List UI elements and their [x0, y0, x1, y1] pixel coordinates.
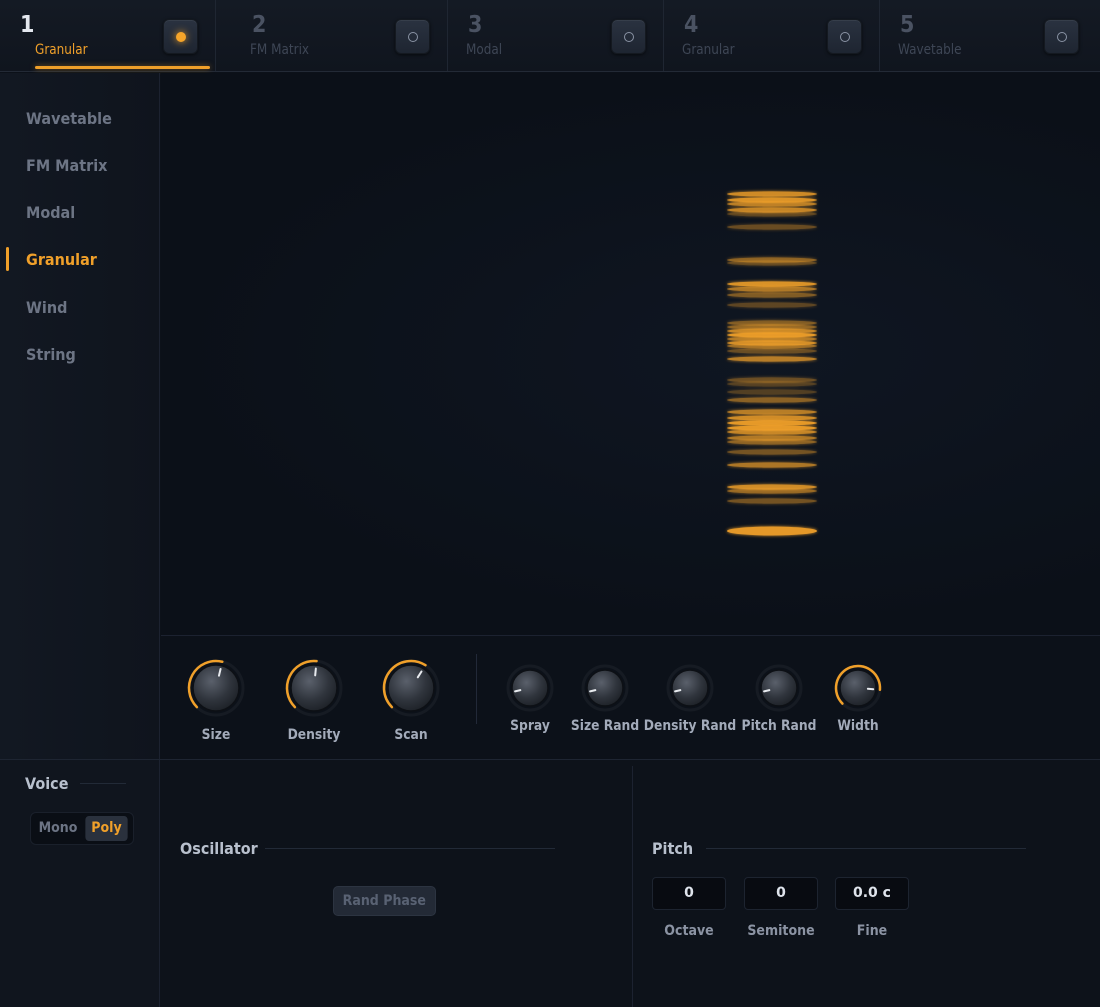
knob-graphic	[581, 664, 629, 712]
semitone-field[interactable]: 0	[744, 877, 818, 910]
rand-phase-label: Rand Phase	[342, 893, 427, 909]
sidebar-item-string[interactable]: String	[26, 345, 76, 364]
tab-3[interactable]: 3 Modal	[448, 0, 664, 71]
sidebar-item-granular[interactable]: Granular	[26, 250, 97, 269]
knob-graphic	[382, 659, 440, 717]
voice-mode-toggle[interactable]: Mono Poly	[30, 812, 134, 845]
engine-sidebar: Wavetable FM Matrix Modal Granular Wind …	[0, 73, 160, 759]
tab-1[interactable]: 1 Granular	[0, 0, 216, 71]
active-engine-marker	[6, 247, 9, 271]
sidebar-item-wavetable[interactable]: Wavetable	[26, 109, 112, 128]
tab-number: 4	[684, 12, 699, 38]
sidebar-item-wind[interactable]: Wind	[26, 298, 67, 317]
sidebar-item-modal[interactable]: Modal	[26, 203, 75, 222]
knob-width-label: Width	[837, 718, 879, 734]
knob-density-rand[interactable]	[664, 662, 716, 714]
octave-label: Octave	[664, 923, 714, 939]
layer-tabs: 1 Granular 2 FM Matrix 3 Modal 4 Granula…	[0, 0, 1100, 72]
knob-graphic	[755, 664, 803, 712]
tab-engine-name: Granular	[35, 42, 88, 58]
oscillator-title: Oscillator	[180, 839, 258, 858]
voice-panel	[0, 760, 160, 1007]
layer-power-button[interactable]	[163, 19, 198, 54]
tab-engine-name: Modal	[466, 42, 503, 58]
knob-spray[interactable]	[504, 662, 556, 714]
pitch-divider	[632, 766, 633, 1007]
power-led-icon	[840, 32, 850, 42]
pitch-title-rule	[706, 848, 1026, 849]
tab-engine-name: Granular	[682, 42, 735, 58]
knob-density[interactable]	[283, 657, 345, 719]
grain-visualizer[interactable]	[161, 73, 1100, 635]
power-led-icon	[1057, 32, 1067, 42]
fine-label: Fine	[856, 923, 888, 939]
bottom-panel	[0, 759, 1100, 1007]
octave-field[interactable]: 0	[652, 877, 726, 910]
tab-engine-name: FM Matrix	[250, 42, 310, 58]
layer-power-button[interactable]	[395, 19, 430, 54]
power-led-icon	[176, 32, 186, 42]
semitone-label: Semitone	[747, 923, 815, 939]
active-tab-underline	[35, 66, 210, 69]
tab-number: 3	[468, 12, 483, 38]
tab-number: 1	[20, 12, 35, 38]
knob-graphic	[834, 664, 882, 712]
knob-pitch-rand[interactable]	[753, 662, 805, 714]
sidebar-item-fm-matrix[interactable]: FM Matrix	[26, 156, 107, 175]
tab-number: 5	[900, 12, 915, 38]
fine-field[interactable]: 0.0 c	[835, 877, 909, 910]
knob-size[interactable]	[185, 657, 247, 719]
mono-option[interactable]: Mono	[37, 816, 78, 841]
pitch-title: Pitch	[652, 839, 694, 858]
tab-2[interactable]: 2 FM Matrix	[232, 0, 448, 71]
power-led-icon	[624, 32, 634, 42]
knob-width[interactable]	[832, 662, 884, 714]
voice-title: Voice	[25, 774, 69, 793]
knob-scan-label: Scan	[394, 727, 428, 743]
poly-option[interactable]: Poly	[85, 816, 128, 841]
voice-title-rule	[80, 783, 126, 784]
layer-power-button[interactable]	[611, 19, 646, 54]
tab-4[interactable]: 4 Granular	[664, 0, 880, 71]
power-led-icon	[408, 32, 418, 42]
knob-scan[interactable]	[380, 657, 442, 719]
knob-size-rand[interactable]	[579, 662, 631, 714]
knob-graphic	[187, 659, 245, 717]
knob-group-divider	[476, 654, 477, 724]
layer-power-button[interactable]	[827, 19, 862, 54]
tab-engine-name: Wavetable	[898, 42, 962, 58]
tab-number: 2	[252, 12, 267, 38]
rand-phase-button[interactable]: Rand Phase	[333, 886, 436, 916]
knob-graphic	[285, 659, 343, 717]
oscillator-title-rule	[265, 848, 555, 849]
layer-power-button[interactable]	[1044, 19, 1079, 54]
knob-graphic	[506, 664, 554, 712]
grain-cloud	[727, 125, 817, 580]
knob-graphic	[666, 664, 714, 712]
tab-5[interactable]: 5 Wavetable	[880, 0, 1100, 71]
